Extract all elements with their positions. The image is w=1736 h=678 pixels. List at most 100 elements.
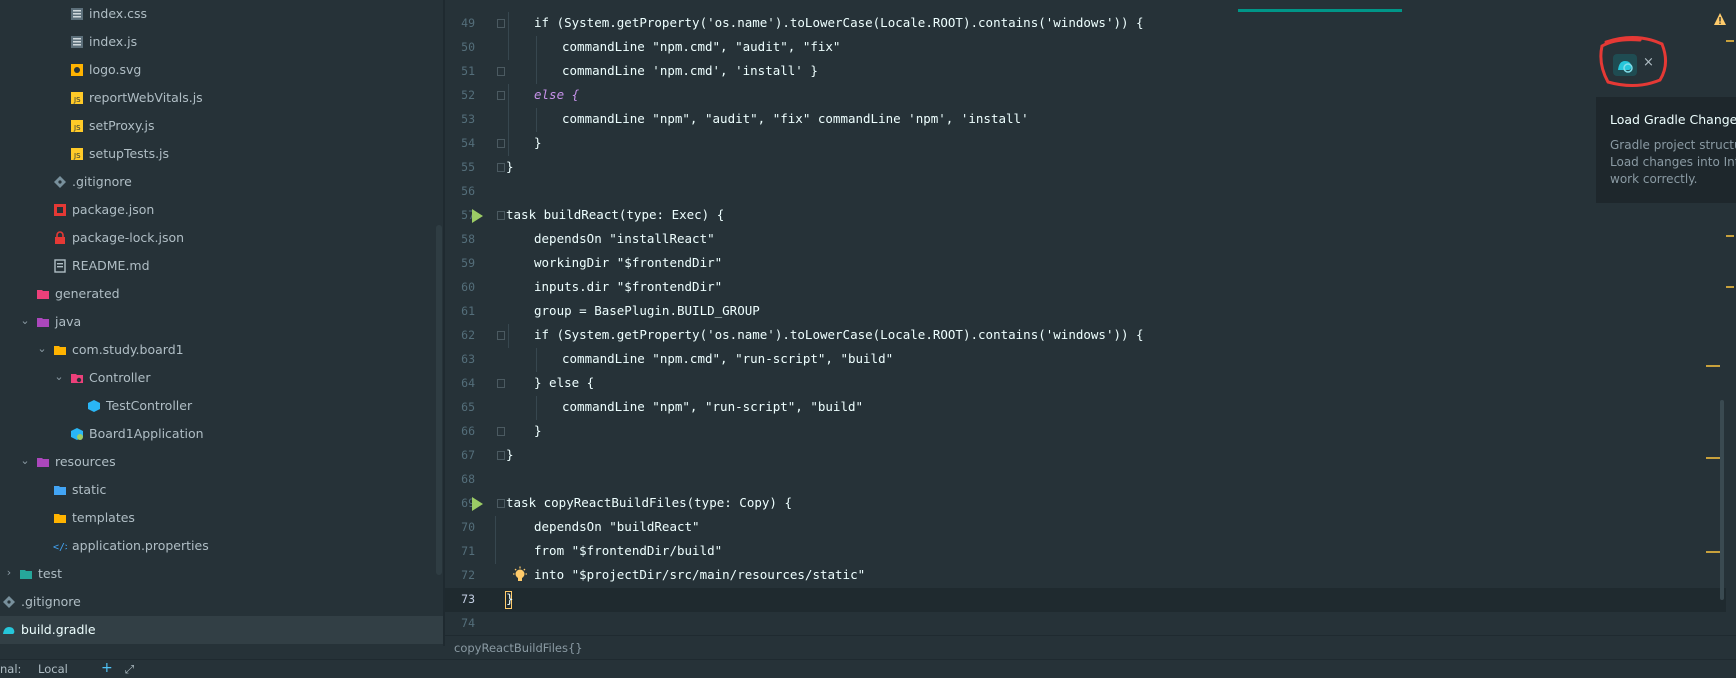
chevron-right-icon[interactable]: › (2, 566, 16, 580)
line-number: 55 (461, 160, 475, 174)
warning-icon[interactable] (1713, 12, 1727, 26)
error-stripe-mark[interactable] (1726, 40, 1734, 42)
line-number: 66 (461, 424, 475, 438)
fold-marker-icon[interactable] (497, 451, 505, 460)
run-gutter-icon[interactable] (472, 497, 483, 511)
sidebar-scrollbar[interactable] (436, 225, 442, 575)
chevron-down-icon[interactable]: ⌄ (18, 314, 32, 328)
code-line[interactable]: 66 } (445, 420, 1730, 444)
code-line[interactable]: 59 workingDir "$frontendDir" (445, 252, 1730, 276)
code-line-current[interactable]: 73 } (445, 588, 1730, 612)
code-line[interactable]: 54 } (445, 132, 1730, 156)
code-line[interactable]: 55 } (445, 156, 1730, 180)
code-line[interactable]: 50 commandLine "npm.cmd", "audit", "fix" (445, 36, 1730, 60)
code-line[interactable]: 63 commandLine "npm.cmd", "run-script", … (445, 348, 1730, 372)
code-line[interactable]: 68 (445, 468, 1730, 492)
code-line[interactable]: 58 dependsOn "installReact" (445, 228, 1730, 252)
run-gutter-icon[interactable] (472, 209, 483, 223)
chevron-down-icon[interactable]: ⌄ (52, 370, 66, 384)
code-line[interactable]: 53 commandLine "npm", "audit", "fix" com… (445, 108, 1730, 132)
editor-scrollbar[interactable] (1726, 0, 1736, 635)
tree-item-generated[interactable]: generated (0, 280, 443, 308)
code-line[interactable]: 57 task buildReact(type: Exec) { (445, 204, 1730, 228)
tree-item-java[interactable]: ⌄ java (0, 308, 443, 336)
tree-item-testcontroller[interactable]: TestController (0, 392, 443, 420)
indent-guide (508, 132, 509, 156)
code-line[interactable]: 70 dependsOn "buildReact" (445, 516, 1730, 540)
fold-marker-icon[interactable] (497, 19, 505, 28)
tree-item-gitignore-frontend[interactable]: .gitignore (0, 168, 443, 196)
code-line[interactable]: 62 if (System.getProperty('os.name').toL… (445, 324, 1730, 348)
tree-item-controller-folder[interactable]: ⌄ Controller (0, 364, 443, 392)
tree-item-readme[interactable]: README.md (0, 252, 443, 280)
tree-item-package-lock[interactable]: package-lock.json (0, 224, 443, 252)
fold-marker-icon[interactable] (497, 331, 505, 340)
code-line[interactable]: 60 inputs.dir "$frontendDir" (445, 276, 1730, 300)
tree-item-label: application.properties (72, 538, 209, 553)
code-text: } (534, 423, 542, 438)
tree-item-package-json[interactable]: package.json (0, 196, 443, 224)
code-editor[interactable]: 49 if (System.getProperty('os.name').toL… (445, 0, 1736, 635)
code-line[interactable]: 65 commandLine "npm", "run-script", "bui… (445, 396, 1730, 420)
error-stripe-mark[interactable] (1706, 551, 1720, 553)
fold-marker-icon[interactable] (497, 67, 505, 76)
code-line[interactable]: 64 } else { (445, 372, 1730, 396)
add-terminal-button[interactable]: + (101, 660, 113, 676)
fold-marker-icon[interactable] (497, 163, 505, 172)
code-line[interactable]: 56 (445, 180, 1730, 204)
fold-marker-icon[interactable] (497, 427, 505, 436)
tab-local-terminal[interactable]: Local (38, 662, 68, 676)
expand-icon[interactable]: ⤢ (125, 662, 134, 677)
tree-item-setproxy[interactable]: JS setProxy.js (0, 112, 443, 140)
tree-item-label: java (55, 314, 82, 329)
code-line[interactable]: 71 from "$frontendDir/build" (445, 540, 1730, 564)
tree-item-static[interactable]: static (0, 476, 443, 504)
line-number: 52 (461, 88, 475, 102)
svg-text:</>: </> (53, 542, 67, 553)
fold-marker-icon[interactable] (497, 211, 505, 220)
tree-item-templates[interactable]: templates (0, 504, 443, 532)
tree-item-package[interactable]: ⌄ com.study.board1 (0, 336, 443, 364)
breadcrumb[interactable]: copyReactBuildFiles{} (454, 641, 583, 655)
code-line[interactable]: 67 } (445, 444, 1730, 468)
line-number: 54 (461, 136, 475, 150)
tree-item-test[interactable]: › test (0, 560, 443, 588)
lightbulb-icon[interactable] (512, 566, 528, 586)
tree-item-build-gradle[interactable]: build.gradle (0, 616, 443, 644)
fold-marker-icon[interactable] (497, 91, 505, 100)
tree-item-setuptests[interactable]: JS setupTests.js (0, 140, 443, 168)
code-text: task copyReactBuildFiles(type: Copy) { (506, 495, 792, 510)
error-stripe-mark[interactable] (1726, 286, 1734, 288)
scroll-thumb[interactable] (1720, 400, 1724, 600)
error-stripe-mark[interactable] (1706, 457, 1720, 459)
code-line[interactable]: 51 commandLine 'npm.cmd', 'install' } (445, 60, 1730, 84)
tree-item-index-js[interactable]: index.js (0, 28, 443, 56)
chevron-down-icon[interactable]: ⌄ (35, 342, 49, 356)
code-line[interactable]: 69 task copyReactBuildFiles(type: Copy) … (445, 492, 1730, 516)
tree-item-application-properties[interactable]: </> application.properties (0, 532, 443, 560)
tree-item-label: resources (55, 454, 116, 469)
code-line[interactable]: 52 else { (445, 84, 1730, 108)
tree-item-gradlew[interactable]: gradlew (0, 644, 443, 646)
tree-item-logo-svg[interactable]: logo.svg (0, 56, 443, 84)
tree-item-gitignore-root[interactable]: .gitignore (0, 588, 443, 616)
fold-marker-icon[interactable] (497, 499, 505, 508)
tree-item-resources[interactable]: ⌄ resources (0, 448, 443, 476)
fold-marker-icon[interactable] (497, 379, 505, 388)
code-line[interactable]: 49 if (System.getProperty('os.name').toL… (445, 12, 1730, 36)
code-line[interactable]: 61 group = BasePlugin.BUILD_GROUP (445, 300, 1730, 324)
tree-item-label: generated (55, 286, 120, 301)
error-stripe-mark[interactable] (1706, 365, 1720, 367)
tree-item-reportwebvitals[interactable]: JS reportWebVitals.js (0, 84, 443, 112)
error-stripe-mark[interactable] (1726, 235, 1734, 237)
tree-item-index-css[interactable]: index.css (0, 0, 443, 28)
fold-marker-icon[interactable] (497, 139, 505, 148)
code-text: workingDir "$frontendDir" (534, 255, 723, 270)
code-line[interactable]: 74 (445, 612, 1730, 635)
tree-item-board1application[interactable]: Board1Application (0, 420, 443, 448)
code-line[interactable]: 72 into "$projectDir/src/main/resources/… (445, 564, 1730, 588)
breadcrumb-bar: copyReactBuildFiles{} (445, 635, 1736, 660)
code-text: commandLine 'npm.cmd', 'install' } (562, 63, 818, 78)
chevron-down-icon[interactable]: ⌄ (18, 454, 32, 468)
line-number: 62 (461, 328, 475, 342)
